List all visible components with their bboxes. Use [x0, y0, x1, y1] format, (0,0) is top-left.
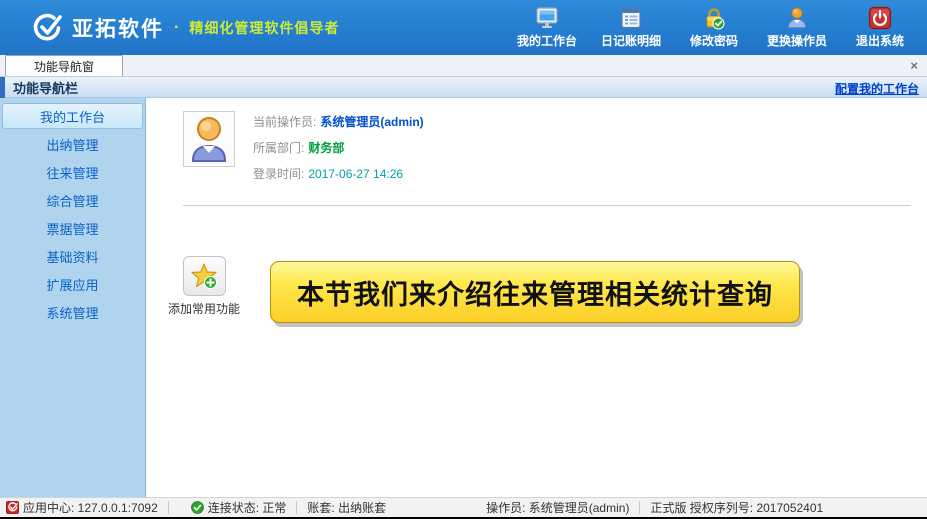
sidebar-item-my-workbench[interactable]: 我的工作台 [2, 103, 143, 129]
sidebar-item-comprehensive-management[interactable]: 综合管理 [2, 187, 143, 213]
app-window: 亚拓软件 · 精细化管理软件倡导者 我的工作台 [0, 0, 927, 519]
operator-status-text: 操作员: 系统管理员(admin) [486, 499, 629, 516]
action-journal-detail[interactable]: 日记账明细 [601, 6, 661, 49]
star-plus-icon [189, 262, 219, 290]
tab-function-navigation[interactable]: 功能导航窗 [5, 55, 123, 76]
connection-ok-icon [191, 501, 204, 514]
avatar [183, 111, 235, 167]
operator-line: 当前操作员: 系统管理员(admin) [253, 113, 424, 130]
monitor-icon [535, 6, 559, 30]
sidebar-navigation: 我的工作台 出纳管理 往来管理 综合管理 票据管理 基础资料 扩展应用 系统管理 [0, 98, 146, 497]
status-separator [296, 501, 297, 514]
action-label: 我的工作台 [517, 32, 577, 49]
department-label: 所属部门: [253, 139, 304, 156]
brand-slogan: 精细化管理软件倡导者 [189, 18, 339, 38]
operator-status: 操作员: 系统管理员(admin) [486, 499, 629, 516]
action-exit-system[interactable]: 退出系统 [851, 6, 909, 49]
operator-icon [785, 6, 809, 30]
user-info-panel: 当前操作员: 系统管理员(admin) 所属部门: 财务部 登录时间: 2017… [183, 111, 917, 191]
tab-bar: 功能导航窗 × [0, 55, 927, 77]
user-info-lines: 当前操作员: 系统管理员(admin) 所属部门: 财务部 登录时间: 2017… [253, 111, 424, 191]
connection-text: 连接状态: 正常 [208, 499, 287, 516]
yatuo-logo-icon [30, 11, 64, 45]
status-separator [168, 501, 169, 514]
operator-value: 系统管理员(admin) [320, 113, 423, 130]
status-bar: 应用中心: 127.0.0.1:7092 连接状态: 正常 账套: 出纳账套 操… [0, 497, 927, 519]
login-time-label: 登录时间: [253, 165, 304, 182]
power-icon [868, 6, 892, 30]
app-center-text: 应用中心: 127.0.0.1:7092 [23, 499, 158, 516]
department-line: 所属部门: 财务部 [253, 139, 424, 156]
configure-workbench-link[interactable]: 配置我的工作台 [835, 80, 919, 97]
add-common-function: 添加常用功能 [168, 256, 240, 317]
top-header: 亚拓软件 · 精细化管理软件倡导者 我的工作台 [0, 0, 927, 55]
main-region: 我的工作台 出纳管理 往来管理 综合管理 票据管理 基础资料 扩展应用 系统管理 [0, 98, 927, 497]
license-status: 正式版 授权序列号: 2017052401 [650, 499, 823, 516]
lock-check-icon [702, 6, 726, 30]
sidebar-item-bill-management[interactable]: 票据管理 [2, 215, 143, 241]
brand: 亚拓软件 · 精细化管理软件倡导者 [30, 11, 339, 45]
add-common-function-button[interactable] [183, 256, 226, 296]
department-value: 财务部 [308, 139, 344, 156]
app-center-status: 应用中心: 127.0.0.1:7092 [6, 499, 158, 516]
avatar-person-icon [188, 116, 230, 162]
connection-status: 连接状态: 正常 [191, 499, 287, 516]
license-text: 正式版 授权序列号: 2017052401 [650, 499, 823, 516]
ledger-icon [619, 6, 643, 30]
add-common-function-label: 添加常用功能 [168, 300, 240, 317]
sidebar-item-basic-data[interactable]: 基础资料 [2, 243, 143, 269]
status-separator [639, 501, 640, 514]
action-label: 退出系统 [856, 32, 904, 49]
intro-banner: 本节我们来介绍往来管理相关统计查询 [270, 261, 800, 323]
login-time-line: 登录时间: 2017-06-27 14:26 [253, 165, 424, 182]
sidebar-item-system-management[interactable]: 系统管理 [2, 299, 143, 325]
section-accent-bar [0, 77, 5, 98]
sidebar-item-current-accounts[interactable]: 往来管理 [2, 159, 143, 185]
close-icon[interactable]: × [910, 59, 918, 72]
action-switch-operator[interactable]: 更换操作员 [767, 6, 827, 49]
sidebar-item-cashier-management[interactable]: 出纳管理 [2, 131, 143, 157]
section-title: 功能导航栏 [13, 78, 78, 97]
brand-dot: · [174, 19, 179, 37]
action-label: 日记账明细 [601, 32, 661, 49]
action-my-workbench[interactable]: 我的工作台 [517, 6, 577, 49]
action-label: 更换操作员 [767, 32, 827, 49]
app-center-icon [6, 501, 19, 514]
action-change-password[interactable]: 修改密码 [685, 6, 743, 49]
operator-label: 当前操作员: [253, 113, 316, 130]
section-header: 功能导航栏 配置我的工作台 [0, 77, 927, 98]
content-area: 当前操作员: 系统管理员(admin) 所属部门: 财务部 登录时间: 2017… [146, 98, 927, 497]
login-time-value: 2017-06-27 14:26 [308, 167, 403, 181]
account-set-text: 账套: 出纳账套 [307, 499, 386, 516]
account-set-status: 账套: 出纳账套 [307, 499, 386, 516]
sidebar-item-extended-apps[interactable]: 扩展应用 [2, 271, 143, 297]
brand-name: 亚拓软件 [72, 13, 164, 43]
content-divider [183, 205, 911, 206]
quick-function-row: 添加常用功能 本节我们来介绍往来管理相关统计查询 [183, 256, 917, 323]
action-label: 修改密码 [690, 32, 738, 49]
top-actions: 我的工作台 日记账明细 [517, 6, 917, 49]
